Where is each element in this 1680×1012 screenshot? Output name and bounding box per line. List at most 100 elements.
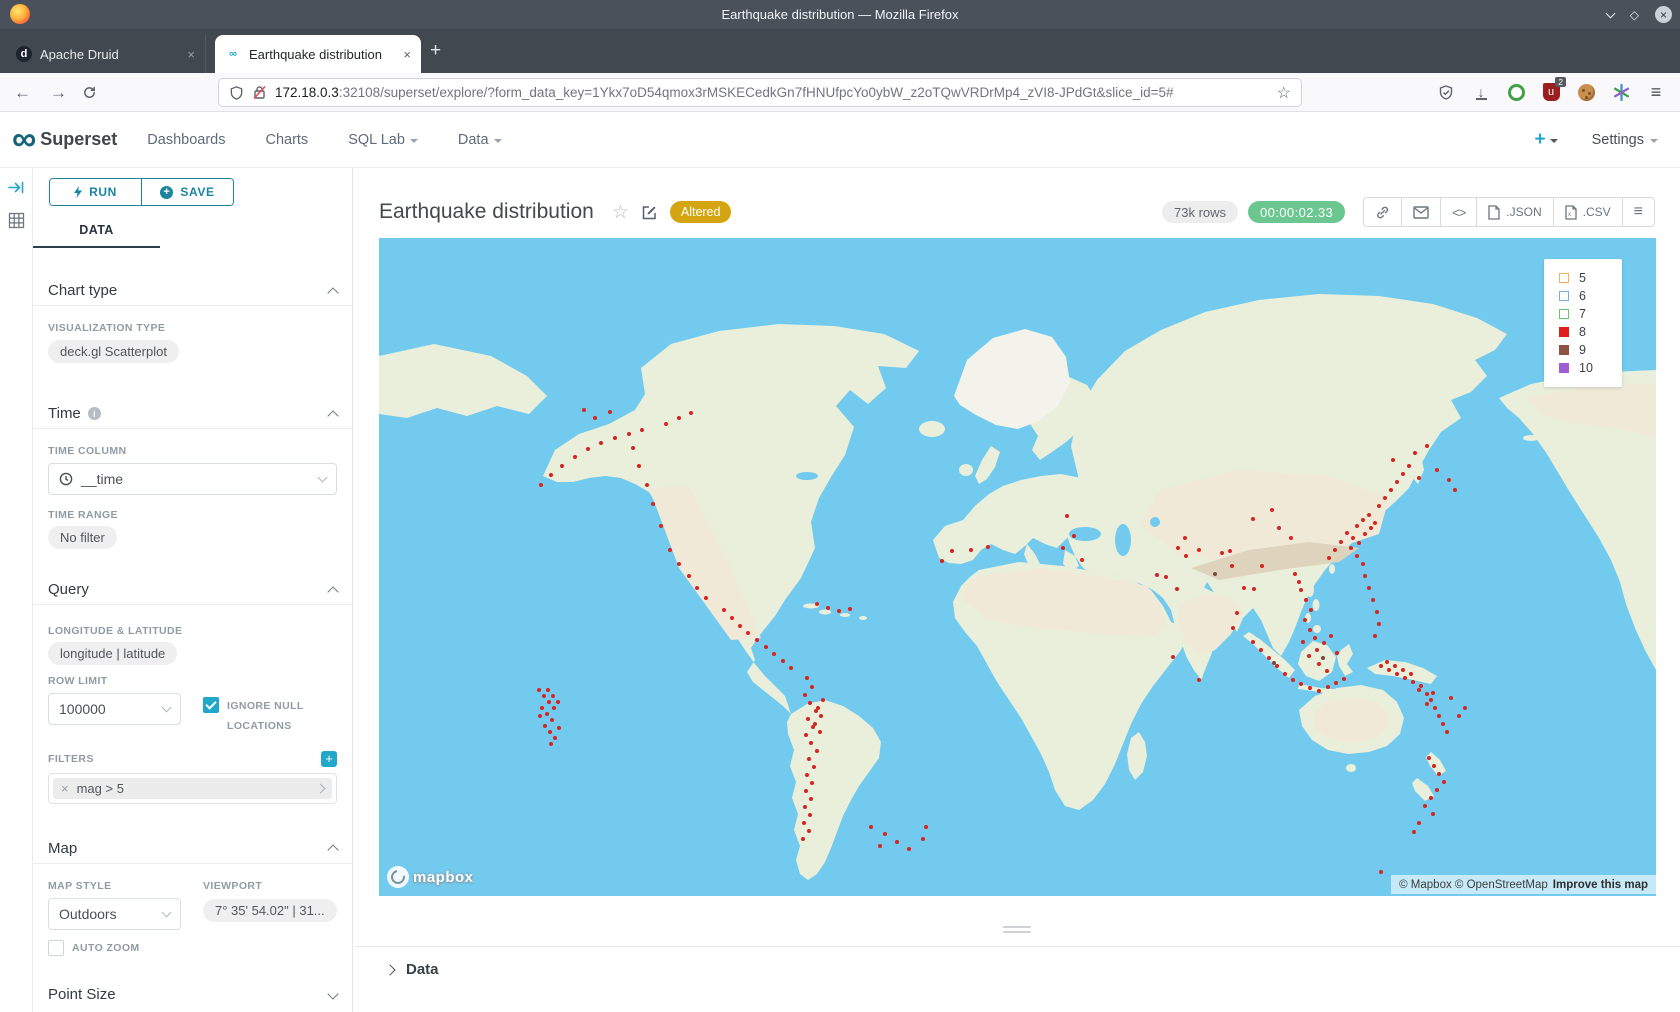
embed-code-button[interactable]: <> — [1440, 198, 1476, 226]
forward-icon[interactable]: → — [50, 84, 67, 101]
earthquake-point — [1371, 598, 1375, 602]
legend-item[interactable]: 8 — [1559, 323, 1622, 341]
collapse-panel-icon[interactable] — [8, 180, 25, 195]
earthquake-point — [552, 706, 556, 710]
ignore-null-checkbox[interactable] — [203, 697, 219, 713]
url-input[interactable]: 172.18.0.3:32108/superset/explore/?form_… — [218, 78, 1302, 107]
save-button[interactable]: +SAVE — [141, 179, 233, 205]
section-map[interactable]: Map — [33, 834, 352, 864]
section-chart-type[interactable]: Chart type — [33, 276, 352, 306]
ignore-null-label: IGNORE NULL LOCATIONS — [227, 697, 337, 737]
earthquake-point — [1373, 521, 1377, 525]
chevron-down-icon — [1650, 139, 1658, 143]
settings-menu[interactable]: Settings — [1592, 132, 1658, 148]
tab-close-icon[interactable]: × — [187, 47, 195, 62]
protections-shield-icon[interactable] — [1436, 81, 1456, 103]
extension-green-icon[interactable] — [1506, 81, 1526, 103]
viewport-value[interactable]: 7° 35' 54.02" | 31... — [203, 899, 337, 922]
earthquake-point — [1197, 678, 1201, 682]
chart-menu-button[interactable]: ≡ — [1622, 198, 1654, 226]
earthquake-point — [1463, 706, 1467, 710]
panel-resize-handle[interactable] — [1003, 926, 1031, 933]
window-maximize-icon[interactable]: ◇ — [1630, 8, 1639, 22]
lock-insecure-icon[interactable] — [253, 85, 266, 100]
auto-zoom-checkbox[interactable] — [48, 940, 64, 956]
lonlat-value[interactable]: longitude | latitude — [48, 642, 177, 665]
earthquake-point — [1272, 661, 1276, 665]
run-button[interactable]: RUN — [50, 179, 141, 205]
mapbox-logo[interactable]: mapbox — [387, 866, 474, 888]
hamburger-menu-icon[interactable]: ≡ — [1646, 81, 1666, 103]
reload-icon[interactable] — [82, 85, 97, 100]
export-json-button[interactable]: .JSON — [1476, 198, 1552, 226]
legend-item[interactable]: 7 — [1559, 305, 1622, 323]
earthquake-point — [613, 436, 617, 440]
edit-title-icon[interactable] — [641, 204, 658, 221]
add-filter-button[interactable]: + — [321, 751, 337, 767]
tab-apache-druid[interactable]: d Apache Druid × — [6, 35, 206, 73]
chevron-right-icon[interactable] — [316, 783, 326, 793]
deckgl-map[interactable]: 5678910 mapbox © Mapbox © OpenStreetMap … — [379, 238, 1656, 896]
downloads-icon[interactable]: ↓ — [1471, 81, 1491, 103]
bookmark-star-icon[interactable]: ☆ — [1277, 83, 1291, 103]
map-style-select[interactable]: Outdoors — [48, 898, 181, 930]
shield-permissions-icon[interactable] — [229, 85, 244, 101]
earthquake-point — [1435, 468, 1439, 472]
viz-type-value[interactable]: deck.gl Scatterplot — [48, 340, 179, 363]
export-csv-button[interactable]: x .CSV — [1553, 198, 1622, 226]
legend-label: 8 — [1579, 325, 1586, 339]
tab-close-icon[interactable]: × — [403, 47, 411, 62]
back-icon[interactable]: ← — [14, 84, 31, 101]
earthquake-point — [1423, 804, 1427, 808]
tab-earthquake-distribution[interactable]: ∞ Earthquake distribution × — [215, 35, 421, 73]
nav-charts[interactable]: Charts — [265, 132, 308, 148]
favorite-star-icon[interactable]: ☆ — [612, 201, 629, 224]
window-minimize-icon[interactable] — [1605, 8, 1615, 18]
filter-value[interactable]: mag > 5 — [77, 781, 309, 796]
legend-item[interactable]: 5 — [1559, 269, 1622, 287]
filter-control[interactable]: × mag > 5 — [48, 773, 337, 804]
earthquake-point — [1313, 636, 1317, 640]
new-tab-button[interactable]: + — [430, 41, 441, 60]
section-point-size[interactable]: Point Size — [33, 980, 352, 1010]
nav-dashboards[interactable]: Dashboards — [147, 132, 225, 148]
copy-link-button[interactable] — [1364, 198, 1401, 226]
data-results-panel[interactable]: Data — [354, 946, 1680, 978]
earthquake-point — [1242, 586, 1246, 590]
earthquake-point — [1401, 472, 1405, 476]
magnitude-legend[interactable]: 5 6 7 8 910 — [1544, 259, 1622, 387]
chevron-down-icon — [494, 139, 502, 143]
time-range-value[interactable]: No filter — [48, 526, 117, 549]
legend-item[interactable]: 9 — [1559, 341, 1622, 359]
add-new-button[interactable]: + — [1534, 129, 1557, 151]
email-button[interactable] — [1401, 198, 1440, 226]
earthquake-point — [809, 741, 813, 745]
earthquake-point — [1299, 588, 1303, 592]
filters-label: FILTERS — [48, 753, 94, 765]
cookie-extension-icon[interactable] — [1576, 81, 1596, 103]
earthquake-point — [1317, 689, 1321, 693]
row-limit-select[interactable]: 100000 — [48, 693, 181, 725]
legend-label: 6 — [1579, 289, 1586, 303]
multi-account-icon[interactable] — [1611, 81, 1631, 103]
ublock-icon[interactable]: u 2 — [1541, 81, 1561, 103]
section-time[interactable]: Timei — [33, 399, 352, 429]
superset-logo[interactable]: ∞ Superset — [12, 126, 117, 153]
ublock-badge: 2 — [1555, 77, 1566, 87]
datasource-grid-icon[interactable] — [8, 212, 25, 229]
section-query[interactable]: Query — [33, 575, 352, 605]
legend-item[interactable]: 10 — [1559, 359, 1622, 377]
improve-map-link[interactable]: Improve this map — [1553, 879, 1648, 891]
earthquake-point — [1377, 622, 1381, 626]
tab-data[interactable]: DATA — [33, 214, 160, 248]
earthquake-point — [1425, 692, 1429, 696]
earthquake-point — [1369, 526, 1373, 530]
legend-item[interactable]: 6 — [1559, 287, 1622, 305]
nav-sql-lab[interactable]: SQL Lab — [348, 132, 418, 148]
window-close-icon[interactable]: × — [1655, 6, 1672, 23]
nav-data[interactable]: Data — [458, 132, 502, 148]
chart-area: Earthquake distribution ☆ Altered 73k ro… — [354, 168, 1680, 1012]
time-column-select[interactable]: __time — [48, 463, 337, 495]
remove-filter-icon[interactable]: × — [61, 781, 69, 796]
chevron-down-icon — [410, 139, 418, 143]
